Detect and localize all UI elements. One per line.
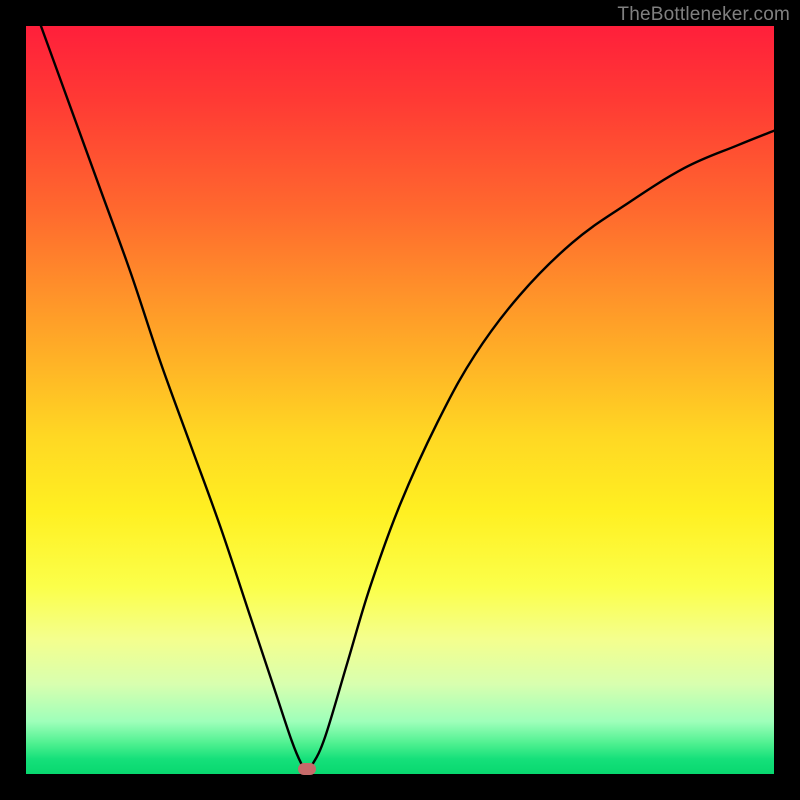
chart-frame: TheBottleneker.com <box>0 0 800 800</box>
bottleneck-curve <box>26 26 774 774</box>
optimal-point-marker <box>298 763 316 775</box>
plot-area <box>26 26 774 774</box>
watermark-label: TheBottleneker.com <box>617 4 790 26</box>
